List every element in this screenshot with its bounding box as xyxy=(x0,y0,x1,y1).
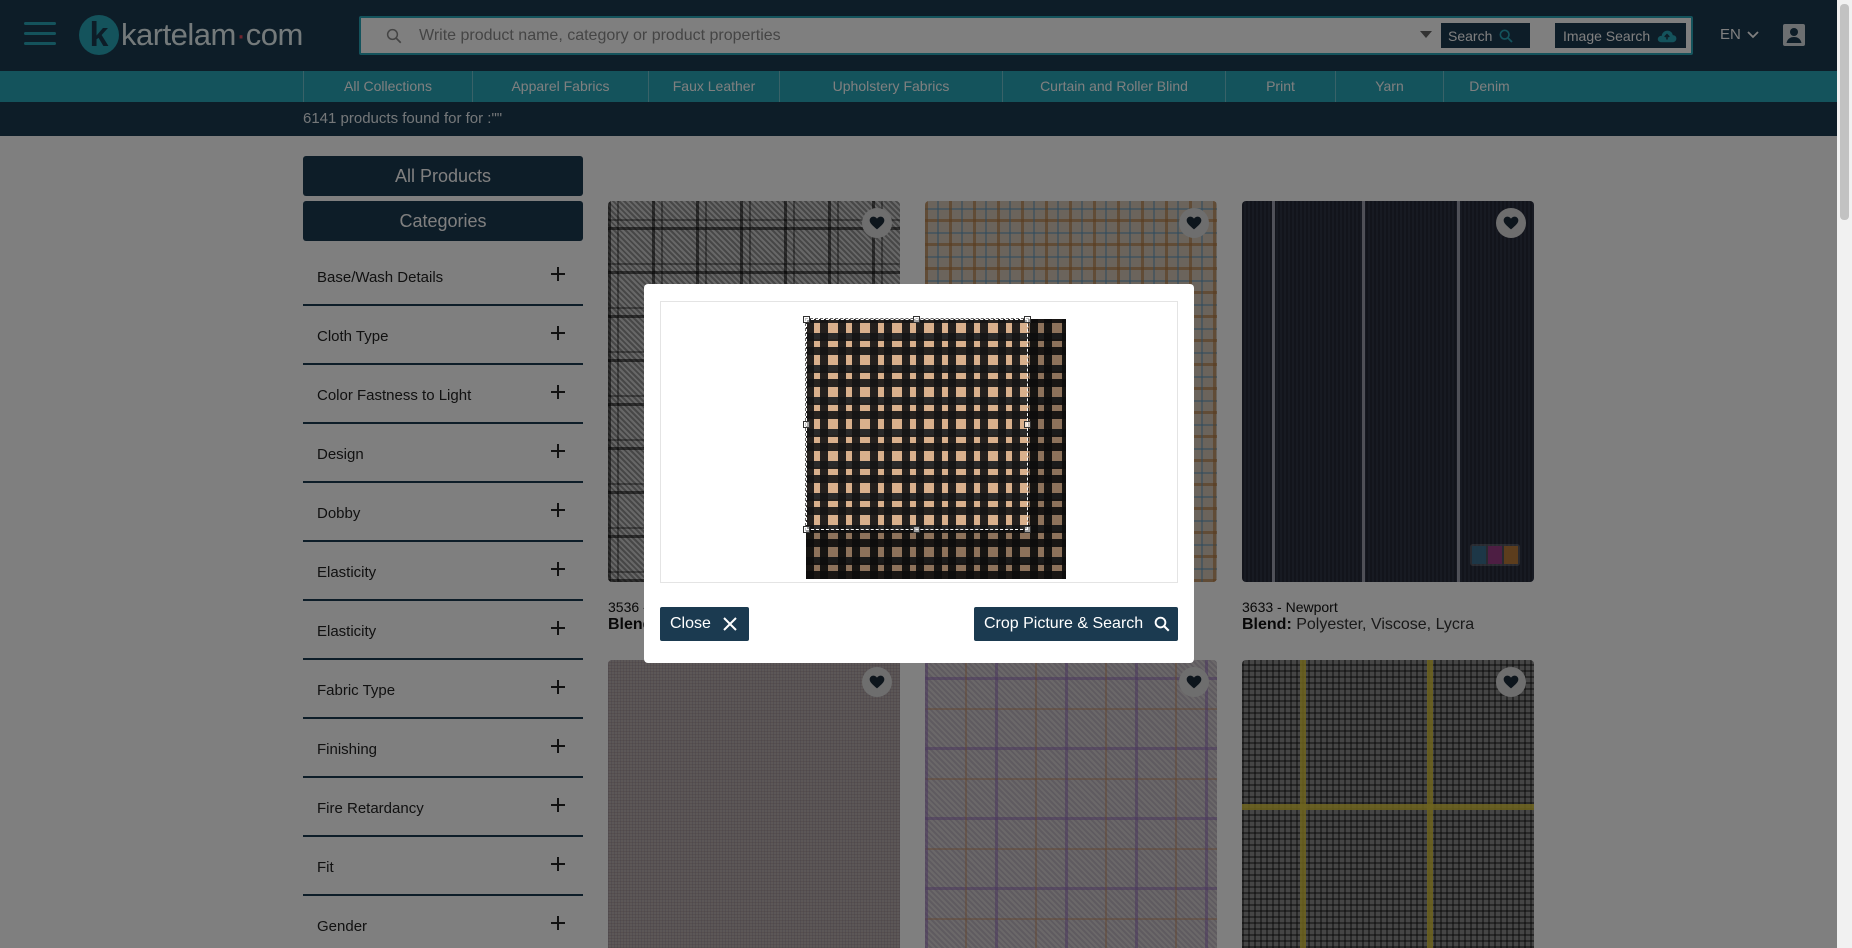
crop-search-button[interactable]: Crop Picture & Search xyxy=(974,607,1178,641)
close-icon xyxy=(723,617,737,631)
crop-handle[interactable] xyxy=(803,526,810,533)
scrollbar-thumb[interactable] xyxy=(1840,4,1849,220)
crop-handle[interactable] xyxy=(913,526,920,533)
crop-handle[interactable] xyxy=(803,421,810,428)
crop-handle[interactable] xyxy=(1024,316,1031,323)
search-icon xyxy=(1154,616,1170,632)
page-scrollbar[interactable] xyxy=(1837,0,1852,948)
image-crop-modal: Close Crop Picture & Search xyxy=(644,284,1194,663)
crop-handle[interactable] xyxy=(1024,421,1031,428)
crop-selection-box[interactable] xyxy=(805,318,1029,531)
crop-search-label: Crop Picture & Search xyxy=(984,615,1144,632)
crop-handle[interactable] xyxy=(1024,526,1031,533)
crop-handle[interactable] xyxy=(803,316,810,323)
close-button-label: Close xyxy=(670,615,711,632)
crop-outside-area xyxy=(1028,319,1066,579)
crop-canvas xyxy=(660,301,1178,583)
crop-outside-area xyxy=(806,530,1028,579)
close-button[interactable]: Close xyxy=(660,607,749,641)
uploaded-fabric-image[interactable] xyxy=(803,316,1066,579)
crop-handle[interactable] xyxy=(913,316,920,323)
